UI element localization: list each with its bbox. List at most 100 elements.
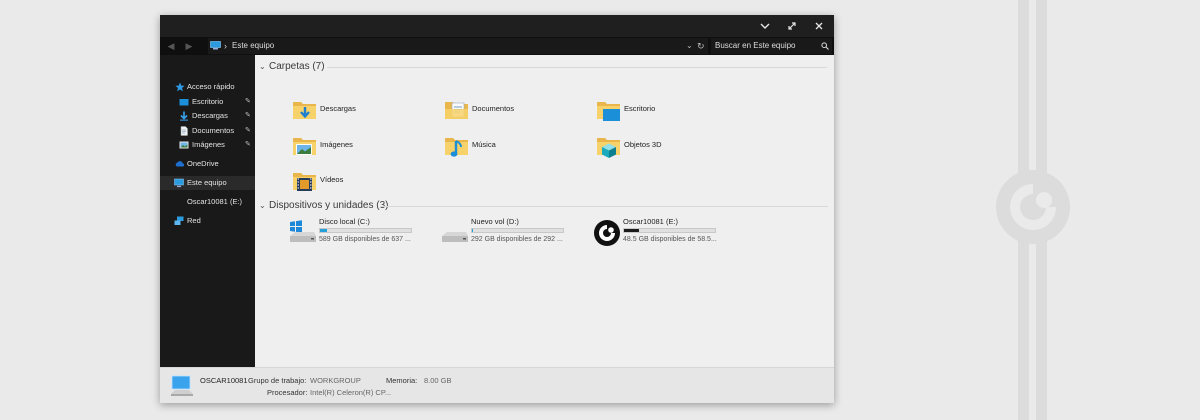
sidebar-item-label: Red xyxy=(187,216,201,225)
sidebar-item-documentos[interactable]: Documentos ✎ xyxy=(160,124,255,138)
sidebar-item-label: Documentos xyxy=(192,126,235,135)
desktop-folder-icon xyxy=(597,102,620,121)
drive-usage-fill xyxy=(624,229,640,232)
documents-folder-icon xyxy=(445,102,468,119)
group-title: Carpetas (7) xyxy=(269,61,325,72)
sidebar-item-acceso-rapido[interactable]: Acceso rápido xyxy=(160,80,255,94)
drive-free-space: 589 GB disponibles de 637 ... xyxy=(319,236,411,243)
star-icon xyxy=(175,82,185,92)
workgroup-label: Grupo de trabajo: xyxy=(248,376,307,385)
folder-item[interactable]: Documentos xyxy=(444,97,584,123)
custom-drive-logo-icon xyxy=(594,220,620,246)
group-header-carpetas[interactable]: ⌄ Carpetas (7) xyxy=(259,59,325,75)
drive-usage-fill xyxy=(472,229,473,232)
folder-label: Música xyxy=(472,140,496,149)
navigation-pane: Acceso rápido Escritorio ✎ Descargas ✎ D… xyxy=(160,55,255,367)
drive-item[interactable]: Nuevo vol (D:) 292 GB disponibles de 292… xyxy=(441,217,586,247)
sidebar-item-label: OneDrive xyxy=(187,159,219,168)
sidebar-item-label: Imágenes xyxy=(192,140,225,149)
brand-logo-icon xyxy=(996,170,1070,244)
pin-icon: ✎ xyxy=(245,112,251,119)
workgroup-value: WORKGROUP xyxy=(310,376,361,385)
search-input[interactable]: Buscar en Este equipo xyxy=(711,38,832,54)
breadcrumb-separator-icon: › xyxy=(224,41,227,51)
folder-item[interactable]: Imágenes xyxy=(292,133,432,159)
drive-label: Oscar10081 (E:) xyxy=(623,217,679,226)
folder-item[interactable]: Descargas xyxy=(292,97,432,123)
computer-icon xyxy=(210,41,221,50)
sidebar-item-label: Este equipo xyxy=(187,178,227,187)
restore-icon xyxy=(788,22,796,30)
sidebar-item-imagenes[interactable]: Imágenes ✎ xyxy=(160,138,255,152)
drive-label: Disco local (C:) xyxy=(319,217,370,226)
memory-label: Memoria: xyxy=(386,376,418,385)
file-explorer-window: ◀ ▶ › Este equipo ⌄ ↻ Buscar en Este equ… xyxy=(160,15,834,403)
drive-usage-bar xyxy=(623,228,716,233)
sidebar-item-este-equipo[interactable]: Este equipo xyxy=(160,176,255,190)
forward-button[interactable]: ▶ xyxy=(182,37,196,55)
collapse-button[interactable] xyxy=(751,15,779,37)
sidebar-item-label: Descargas xyxy=(192,111,228,120)
folder-label: Descargas xyxy=(320,104,356,113)
image-icon xyxy=(179,141,189,149)
computer-icon xyxy=(171,375,193,396)
folder-label: Imágenes xyxy=(320,140,353,149)
drive-free-space: 48.5 GB disponibles de 58.5... xyxy=(623,236,717,243)
folder-item[interactable]: Vídeos xyxy=(292,168,432,194)
pin-icon: ✎ xyxy=(245,141,251,148)
group-title: Dispositivos y unidades (3) xyxy=(269,200,389,211)
group-header-dispositivos[interactable]: ⌄ Dispositivos y unidades (3) xyxy=(259,198,389,214)
drive-label: Nuevo vol (D:) xyxy=(471,217,519,226)
pin-icon: ✎ xyxy=(245,127,251,134)
content-pane: ⌄ Carpetas (7) Descargas Documentos Escri… xyxy=(255,55,834,367)
address-dropdown-icon[interactable]: ⌄ xyxy=(686,38,696,54)
sidebar-item-escritorio[interactable]: Escritorio ✎ xyxy=(160,95,255,109)
drive-usage-fill xyxy=(320,229,328,232)
drive-item[interactable]: Disco local (C:) 589 GB disponibles de 6… xyxy=(289,217,434,247)
music-folder-icon xyxy=(445,138,468,157)
folder-item[interactable]: Objetos 3D xyxy=(596,133,736,159)
sidebar-item-descargas[interactable]: Descargas ✎ xyxy=(160,109,255,123)
desktop-icon xyxy=(179,99,189,106)
download-icon xyxy=(180,111,188,121)
details-pane: OSCAR10081 Grupo de trabajo: WORKGROUP M… xyxy=(160,367,834,403)
folder-label: Documentos xyxy=(472,104,515,113)
document-icon xyxy=(180,126,188,136)
sidebar-item-red[interactable]: Red xyxy=(160,214,255,228)
windows-drive-icon xyxy=(290,220,316,242)
drive-item[interactable]: Oscar10081 (E:) 48.5 GB disponibles de 5… xyxy=(593,217,738,247)
title-bar xyxy=(160,15,834,37)
refresh-icon[interactable]: ↻ xyxy=(697,38,707,54)
chevron-down-icon: ⌄ xyxy=(259,62,266,71)
pin-icon: ✎ xyxy=(245,98,251,105)
sidebar-item-oscar10081-e[interactable]: Oscar10081 (E:) xyxy=(160,195,255,209)
download-folder-icon xyxy=(293,102,316,119)
drive-usage-bar xyxy=(319,228,412,233)
group-divider xyxy=(327,67,827,68)
address-field[interactable]: › Este equipo ⌄ ↻ xyxy=(208,38,708,54)
sidebar-item-onedrive[interactable]: OneDrive xyxy=(160,157,255,171)
memory-value: 8.00 GB xyxy=(424,376,452,385)
close-button[interactable] xyxy=(805,15,833,37)
sidebar-item-label: Oscar10081 (E:) xyxy=(187,197,243,206)
drive-free-space: 292 GB disponibles de 292 ... xyxy=(471,236,563,243)
breadcrumb-location[interactable]: Este equipo xyxy=(232,38,274,54)
group-divider xyxy=(380,206,828,207)
cloud-icon xyxy=(175,161,185,167)
restore-button[interactable] xyxy=(778,15,806,37)
folder-item[interactable]: Música xyxy=(444,133,584,159)
pictures-folder-icon xyxy=(293,138,316,155)
chevron-down-icon: ⌄ xyxy=(259,201,266,210)
back-button[interactable]: ◀ xyxy=(164,37,178,55)
folder-item[interactable]: Escritorio xyxy=(596,97,736,123)
folder-label: Vídeos xyxy=(320,175,344,184)
sidebar-item-label: Acceso rápido xyxy=(187,82,235,91)
computer-icon xyxy=(174,178,184,188)
chevron-down-icon xyxy=(760,23,770,29)
computer-name: OSCAR10081 xyxy=(200,376,248,385)
3d-objects-folder-icon xyxy=(597,138,620,158)
processor-value: Intel(R) Celeron(R) CP... xyxy=(310,388,392,397)
videos-folder-icon xyxy=(293,173,316,191)
address-bar: ◀ ▶ › Este equipo ⌄ ↻ Buscar en Este equ… xyxy=(160,37,834,55)
close-icon xyxy=(815,22,823,30)
